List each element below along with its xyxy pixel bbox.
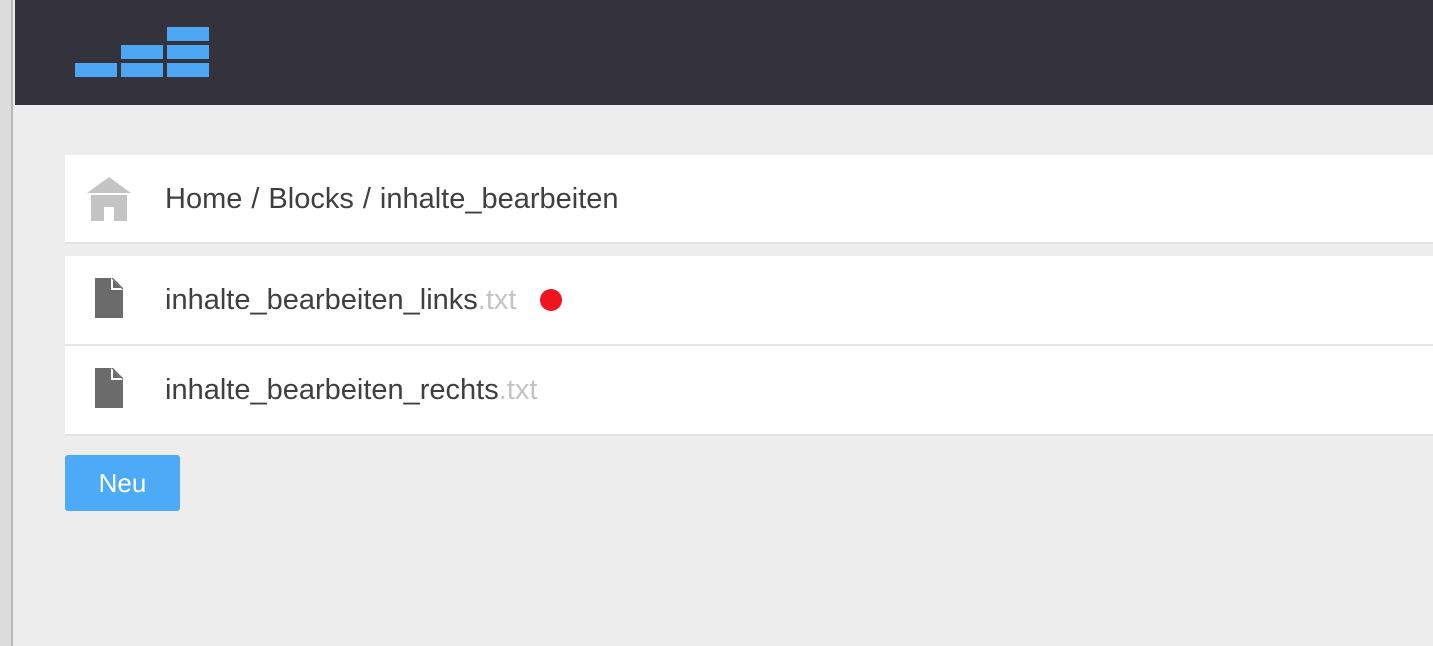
- file-name: inhalte_bearbeiten_rechts.txt: [165, 373, 537, 407]
- breadcrumb-path: Home / Blocks / inhalte_bearbeiten: [165, 182, 619, 216]
- window-left-edge: [0, 0, 13, 646]
- breadcrumb-item-blocks[interactable]: Blocks: [268, 183, 353, 215]
- file-row-links[interactable]: inhalte_bearbeiten_links.txt: [65, 256, 1433, 344]
- breadcrumb-item-current: inhalte_bearbeiten: [379, 182, 619, 215]
- file-icon: [87, 368, 131, 412]
- top-bar: [15, 0, 1433, 105]
- breadcrumb-item-home[interactable]: Home: [165, 183, 242, 215]
- new-button[interactable]: Neu: [65, 455, 180, 511]
- breadcrumb-separator: /: [362, 182, 371, 215]
- main-content: Home / Blocks / inhalte_bearbeiten inhalte_b…: [65, 155, 1433, 434]
- bar-stairs-logo-icon[interactable]: [75, 27, 209, 77]
- breadcrumb: Home / Blocks / inhalte_bearbeiten: [65, 155, 1433, 242]
- file-list: inhalte_bearbeiten_links.txt inhalte_bea…: [65, 256, 1433, 434]
- home-icon[interactable]: [87, 176, 131, 221]
- file-row-rechts[interactable]: inhalte_bearbeiten_rechts.txt: [65, 344, 1433, 434]
- file-extension: .txt: [477, 284, 517, 316]
- breadcrumb-separator: /: [251, 182, 260, 215]
- file-name: inhalte_bearbeiten_links.txt: [165, 283, 563, 317]
- file-basename: inhalte_bearbeiten_links: [165, 284, 478, 316]
- file-basename: inhalte_bearbeiten_rechts: [165, 374, 499, 406]
- unsaved-status-dot: [540, 289, 563, 311]
- file-extension: .txt: [498, 374, 538, 406]
- file-icon: [87, 278, 131, 322]
